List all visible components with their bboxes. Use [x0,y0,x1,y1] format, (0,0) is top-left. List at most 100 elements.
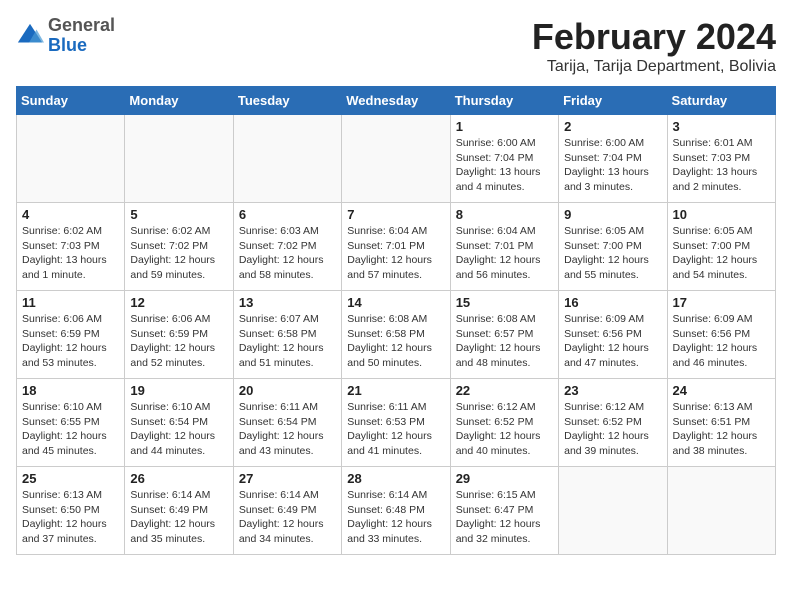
calendar-cell: 14 Sunrise: 6:08 AM Sunset: 6:58 PM Dayli… [342,291,450,379]
calendar-cell [17,115,125,203]
title-area: February 2024 Tarija, Tarija Department,… [532,16,776,76]
day-info: Sunrise: 6:13 AM Sunset: 6:50 PM Dayligh… [22,488,119,547]
logo-general-text: General [48,16,115,36]
day-info: Sunrise: 6:05 AM Sunset: 7:00 PM Dayligh… [673,224,770,283]
calendar-cell: 21Sunrise: 6:11 AM Sunset: 6:53 PM Dayli… [342,379,450,467]
day-number: 16 [564,295,661,310]
weekday-header: Sunday [17,87,125,115]
weekday-header: Friday [559,87,667,115]
day-info: Sunrise: 6:09 AM Sunset: 6:56 PM Dayligh… [564,312,661,371]
calendar-cell: 25Sunrise: 6:13 AM Sunset: 6:50 PM Dayli… [17,467,125,555]
day-number: 3 [673,119,770,134]
calendar-cell: 3 Sunrise: 6:01 AM Sunset: 7:03 PM Daylig… [667,115,775,203]
calendar-cell: 12 Sunrise: 6:06 AM Sunset: 6:59 PM Dayli… [125,291,233,379]
day-number: 6 [239,207,336,222]
day-info: Sunrise: 6:14 AM Sunset: 6:49 PM Dayligh… [130,488,227,547]
day-number: 19 [130,383,227,398]
day-number: 13 [239,295,336,310]
page-header: General Blue February 2024 Tarija, Tarij… [16,16,776,76]
calendar-cell: 19 Sunrise: 6:10 AM Sunset: 6:54 PM Dayli… [125,379,233,467]
day-info: Sunrise: 6:01 AM Sunset: 7:03 PM Dayligh… [673,136,770,195]
calendar-cell: 8 Sunrise: 6:04 AM Sunset: 7:01 PM Daylig… [450,203,558,291]
calendar-table: SundayMondayTuesdayWednesdayThursdayFrid… [16,86,776,555]
day-info: Sunrise: 6:05 AM Sunset: 7:00 PM Dayligh… [564,224,661,283]
calendar-week-row: 4 Sunrise: 6:02 AM Sunset: 7:03 PM Daylig… [17,203,776,291]
calendar-cell: 5 Sunrise: 6:02 AM Sunset: 7:02 PM Daylig… [125,203,233,291]
day-info: Sunrise: 6:06 AM Sunset: 6:59 PM Dayligh… [130,312,227,371]
day-info: Sunrise: 6:08 AM Sunset: 6:58 PM Dayligh… [347,312,444,371]
day-number: 1 [456,119,553,134]
calendar-week-row: 1 Sunrise: 6:00 AM Sunset: 7:04 PM Daylig… [17,115,776,203]
calendar-week-row: 18 Sunrise: 6:10 AM Sunset: 6:55 PM Dayli… [17,379,776,467]
day-info: Sunrise: 6:00 AM Sunset: 7:04 PM Dayligh… [564,136,661,195]
calendar-cell: 20 Sunrise: 6:11 AM Sunset: 6:54 PM Dayli… [233,379,341,467]
day-number: 8 [456,207,553,222]
page-title: February 2024 [532,16,776,58]
day-number: 24 [673,383,770,398]
calendar-cell: 4 Sunrise: 6:02 AM Sunset: 7:03 PM Daylig… [17,203,125,291]
day-info: Sunrise: 6:04 AM Sunset: 7:01 PM Dayligh… [456,224,553,283]
day-number: 4 [22,207,119,222]
calendar-cell: 10 Sunrise: 6:05 AM Sunset: 7:00 PM Dayli… [667,203,775,291]
day-info: Sunrise: 6:02 AM Sunset: 7:02 PM Dayligh… [130,224,227,283]
calendar-cell: 2 Sunrise: 6:00 AM Sunset: 7:04 PM Daylig… [559,115,667,203]
calendar-cell: 29 Sunrise: 6:15 AM Sunset: 6:47 PM Dayli… [450,467,558,555]
day-number: 9 [564,207,661,222]
day-number: 12 [130,295,227,310]
calendar-week-row: 11 Sunrise: 6:06 AM Sunset: 6:59 PM Dayli… [17,291,776,379]
calendar-cell: 17Sunrise: 6:09 AM Sunset: 6:56 PM Dayli… [667,291,775,379]
day-info: Sunrise: 6:12 AM Sunset: 6:52 PM Dayligh… [456,400,553,459]
calendar-cell: 23 Sunrise: 6:12 AM Sunset: 6:52 PM Dayli… [559,379,667,467]
logo: General Blue [16,16,115,56]
day-info: Sunrise: 6:11 AM Sunset: 6:53 PM Dayligh… [347,400,444,459]
calendar-cell: 26Sunrise: 6:14 AM Sunset: 6:49 PM Dayli… [125,467,233,555]
day-info: Sunrise: 6:07 AM Sunset: 6:58 PM Dayligh… [239,312,336,371]
calendar-header-row: SundayMondayTuesdayWednesdayThursdayFrid… [17,87,776,115]
day-info: Sunrise: 6:06 AM Sunset: 6:59 PM Dayligh… [22,312,119,371]
calendar-cell: 24 Sunrise: 6:13 AM Sunset: 6:51 PM Dayli… [667,379,775,467]
day-info: Sunrise: 6:09 AM Sunset: 6:56 PM Dayligh… [673,312,770,371]
day-number: 28 [347,471,444,486]
day-number: 23 [564,383,661,398]
calendar-cell: 6 Sunrise: 6:03 AM Sunset: 7:02 PM Daylig… [233,203,341,291]
day-number: 20 [239,383,336,398]
calendar-cell [125,115,233,203]
day-number: 11 [22,295,119,310]
day-number: 18 [22,383,119,398]
calendar-cell [233,115,341,203]
day-info: Sunrise: 6:15 AM Sunset: 6:47 PM Dayligh… [456,488,553,547]
day-info: Sunrise: 6:10 AM Sunset: 6:55 PM Dayligh… [22,400,119,459]
day-info: Sunrise: 6:11 AM Sunset: 6:54 PM Dayligh… [239,400,336,459]
calendar-cell: 7Sunrise: 6:04 AM Sunset: 7:01 PM Daylig… [342,203,450,291]
day-number: 2 [564,119,661,134]
calendar-week-row: 25Sunrise: 6:13 AM Sunset: 6:50 PM Dayli… [17,467,776,555]
day-info: Sunrise: 6:02 AM Sunset: 7:03 PM Dayligh… [22,224,119,283]
calendar-cell: 9 Sunrise: 6:05 AM Sunset: 7:00 PM Daylig… [559,203,667,291]
logo-blue-text: Blue [48,36,115,56]
calendar-cell: 1 Sunrise: 6:00 AM Sunset: 7:04 PM Daylig… [450,115,558,203]
calendar-cell [342,115,450,203]
calendar-cell: 28 Sunrise: 6:14 AM Sunset: 6:48 PM Dayli… [342,467,450,555]
day-info: Sunrise: 6:03 AM Sunset: 7:02 PM Dayligh… [239,224,336,283]
calendar-cell: 13 Sunrise: 6:07 AM Sunset: 6:58 PM Dayli… [233,291,341,379]
day-info: Sunrise: 6:10 AM Sunset: 6:54 PM Dayligh… [130,400,227,459]
day-number: 10 [673,207,770,222]
day-info: Sunrise: 6:13 AM Sunset: 6:51 PM Dayligh… [673,400,770,459]
calendar-cell: 22Sunrise: 6:12 AM Sunset: 6:52 PM Dayli… [450,379,558,467]
logo-icon [16,22,44,50]
day-number: 29 [456,471,553,486]
calendar-cell: 15Sunrise: 6:08 AM Sunset: 6:57 PM Dayli… [450,291,558,379]
day-info: Sunrise: 6:14 AM Sunset: 6:48 PM Dayligh… [347,488,444,547]
weekday-header: Tuesday [233,87,341,115]
weekday-header: Monday [125,87,233,115]
day-info: Sunrise: 6:12 AM Sunset: 6:52 PM Dayligh… [564,400,661,459]
day-info: Sunrise: 6:00 AM Sunset: 7:04 PM Dayligh… [456,136,553,195]
calendar-cell: 18 Sunrise: 6:10 AM Sunset: 6:55 PM Dayli… [17,379,125,467]
day-number: 14 [347,295,444,310]
day-number: 27 [239,471,336,486]
day-number: 15 [456,295,553,310]
calendar-cell [559,467,667,555]
day-number: 5 [130,207,227,222]
weekday-header: Thursday [450,87,558,115]
day-number: 7 [347,207,444,222]
